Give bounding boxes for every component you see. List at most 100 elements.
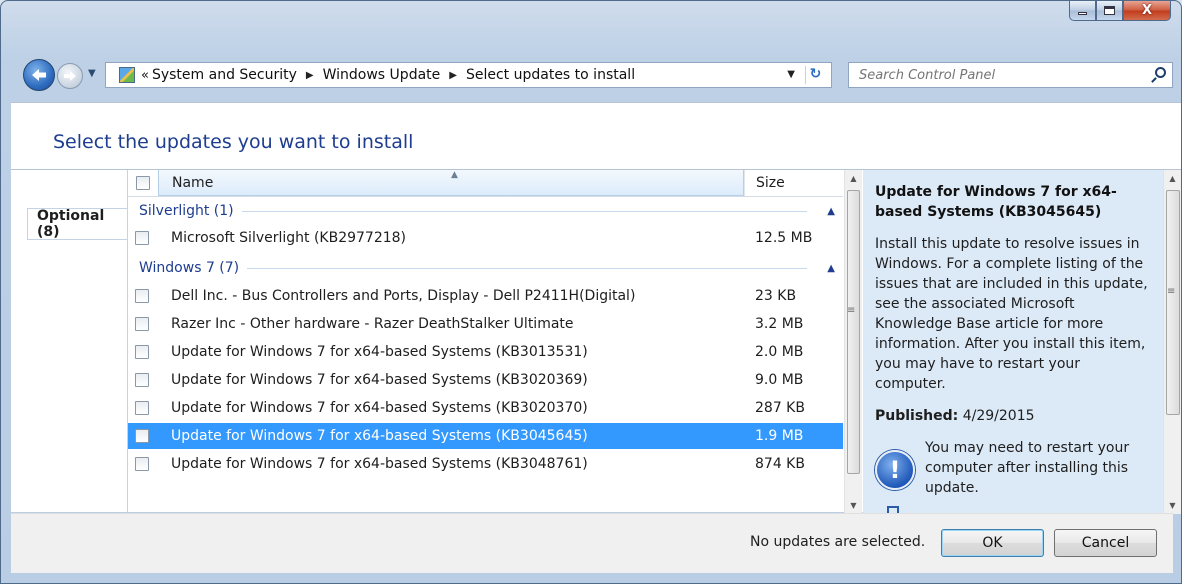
update-size: 23 KB <box>755 288 797 304</box>
breadcrumb-system-security[interactable]: System and Security <box>152 67 297 83</box>
select-all-checkbox[interactable] <box>136 176 150 190</box>
breadcrumb-overflow[interactable]: « <box>141 68 149 83</box>
update-size: 287 KB <box>755 400 805 416</box>
ok-button[interactable]: OK <box>941 529 1044 557</box>
row-check-cell <box>128 401 158 415</box>
control-panel-icon <box>119 67 135 83</box>
list-item[interactable]: Microsoft Silverlight (KB2977218) 12.5 M… <box>128 225 843 251</box>
recent-pages-dropdown[interactable]: ▼ <box>88 68 96 79</box>
row-check-cell <box>128 317 158 331</box>
back-arrow-icon <box>32 69 46 81</box>
column-size-label: Size <box>756 175 785 191</box>
cancel-button[interactable]: Cancel <box>1054 529 1157 557</box>
search-input[interactable] <box>849 63 1139 87</box>
published-label: Published: <box>875 408 959 424</box>
search-icon[interactable] <box>1155 67 1166 78</box>
selection-status: No updates are selected. <box>750 534 926 550</box>
restart-warning-text: You may need to restart your computer af… <box>925 440 1130 496</box>
back-button[interactable] <box>23 59 55 91</box>
update-size: 874 KB <box>755 456 805 472</box>
published-date: 4/29/2015 <box>962 408 1035 424</box>
update-name: Update for Windows 7 for x64-based Syste… <box>171 344 588 360</box>
update-name: Update for Windows 7 for x64-based Syste… <box>171 400 588 416</box>
update-name: Dell Inc. - Bus Controllers and Ports, D… <box>171 288 636 304</box>
list-item[interactable]: Update for Windows 7 for x64-based Syste… <box>128 395 843 421</box>
updates-list: ▲ Name Size Silverlight (1) ▲ Microsoft … <box>128 170 843 514</box>
scroll-thumb[interactable] <box>1166 190 1180 415</box>
column-name-label: Name <box>172 174 214 191</box>
main-content: Select the updates you want to install O… <box>11 102 1181 514</box>
maximize-button[interactable] <box>1096 1 1123 21</box>
update-size: 1.9 MB <box>755 428 804 444</box>
restart-warning: ! You may need to restart your computer … <box>875 438 1153 498</box>
column-size[interactable]: Size <box>744 170 843 196</box>
minimize-button[interactable] <box>1069 1 1096 21</box>
scroll-down-icon[interactable]: ▼ <box>845 497 862 514</box>
select-all-cell <box>128 170 158 196</box>
updates-area: Optional (8) ▲ Name Size Silverlight (1)… <box>11 169 1181 514</box>
group-windows-7[interactable]: Windows 7 (7) ▲ <box>128 255 843 281</box>
column-header: ▲ Name Size <box>128 170 843 197</box>
list-item[interactable]: Update for Windows 7 for x64-based Syste… <box>128 451 843 477</box>
tab-optional[interactable]: Optional (8) <box>27 208 128 240</box>
group-label: Silverlight (1) <box>139 203 234 219</box>
row-check-cell <box>128 429 158 443</box>
group-silverlight[interactable]: Silverlight (1) ▲ <box>128 198 843 224</box>
scroll-up-icon[interactable]: ▲ <box>1164 170 1181 187</box>
row-checkbox[interactable] <box>135 457 149 471</box>
breadcrumb-separator-icon[interactable]: ▶ <box>306 70 314 81</box>
update-size: 2.0 MB <box>755 344 804 360</box>
row-check-cell <box>128 289 158 303</box>
collapse-chevron-icon[interactable]: ▲ <box>827 263 835 274</box>
row-checkbox[interactable] <box>135 345 149 359</box>
scroll-grip-icon: ≡ <box>1167 286 1176 297</box>
row-checkbox[interactable] <box>135 289 149 303</box>
navigation-bar: ▼ « System and Security ▶ Windows Update… <box>1 59 1181 91</box>
row-check-cell <box>128 457 158 471</box>
column-name[interactable]: ▲ Name <box>158 170 744 196</box>
list-scrollbar[interactable]: ▲ ≡ ▼ <box>844 170 862 514</box>
row-checkbox[interactable] <box>135 429 149 443</box>
maximize-icon <box>1104 6 1115 15</box>
published-info: Published: 4/29/2015 <box>875 408 1153 424</box>
row-check-cell <box>128 373 158 387</box>
page-title: Select the updates you want to install <box>53 131 414 153</box>
update-name: Update for Windows 7 for x64-based Syste… <box>171 428 588 444</box>
update-window: X ▼ « System and Security ▶ Windows Upda… <box>0 0 1182 584</box>
row-checkbox[interactable] <box>135 231 149 245</box>
update-size: 9.0 MB <box>755 372 804 388</box>
details-pane: Update for Windows 7 for x64-based Syste… <box>863 170 1163 514</box>
forward-button[interactable] <box>57 63 83 89</box>
update-name: Update for Windows 7 for x64-based Syste… <box>171 372 588 388</box>
list-item[interactable]: Update for Windows 7 for x64-based Syste… <box>128 367 843 393</box>
list-item-selected[interactable]: Update for Windows 7 for x64-based Syste… <box>128 423 843 449</box>
search-box <box>848 62 1173 88</box>
row-checkbox[interactable] <box>135 373 149 387</box>
forward-arrow-icon <box>64 71 76 81</box>
scroll-up-icon[interactable]: ▲ <box>845 170 862 187</box>
list-item[interactable]: Razer Inc - Other hardware - Razer Death… <box>128 311 843 337</box>
address-dropdown-icon[interactable]: ▼ <box>787 69 795 80</box>
list-item[interactable]: Update for Windows 7 for x64-based Syste… <box>128 339 843 365</box>
update-size: 3.2 MB <box>755 316 804 332</box>
scroll-down-icon[interactable]: ▼ <box>1164 497 1181 514</box>
close-button[interactable]: X <box>1123 1 1171 21</box>
breadcrumb-windows-update[interactable]: Windows Update <box>323 67 441 83</box>
address-bar[interactable]: « System and Security ▶ Windows Update ▶… <box>105 62 832 88</box>
update-size: 12.5 MB <box>755 230 813 246</box>
refresh-icon[interactable]: ↻ <box>805 66 825 84</box>
details-description: Install this update to resolve issues in… <box>875 236 1148 392</box>
info-shield-icon: ! <box>875 450 915 490</box>
row-checkbox[interactable] <box>135 401 149 415</box>
sort-ascending-icon: ▲ <box>451 170 458 180</box>
breadcrumb-select-updates[interactable]: Select updates to install <box>466 67 635 83</box>
minimize-icon <box>1078 12 1087 15</box>
scroll-thumb[interactable] <box>847 190 860 474</box>
collapse-chevron-icon[interactable]: ▲ <box>827 206 835 217</box>
list-item[interactable]: Dell Inc. - Bus Controllers and Ports, D… <box>128 283 843 309</box>
row-checkbox[interactable] <box>135 317 149 331</box>
scroll-grip-icon: ≡ <box>847 305 856 316</box>
caption-buttons: X <box>1069 1 1171 21</box>
breadcrumb-separator-icon[interactable]: ▶ <box>449 70 457 81</box>
details-scrollbar[interactable]: ▲ ≡ ▼ <box>1163 170 1181 514</box>
